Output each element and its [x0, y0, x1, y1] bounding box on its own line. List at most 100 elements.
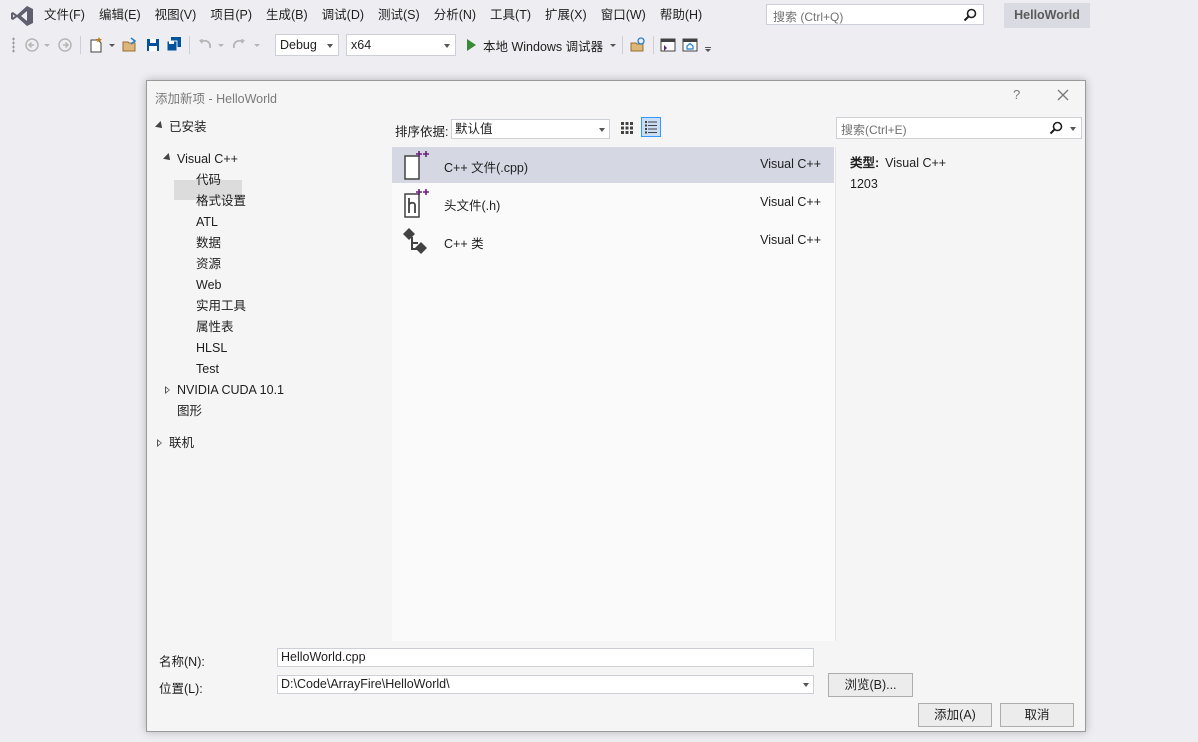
- open-folder-icon[interactable]: [122, 36, 138, 54]
- solution-explorer-icon[interactable]: [660, 36, 676, 54]
- sort-by-label: 排序依据:: [395, 125, 449, 139]
- standard-toolbar: Debug x64 本地 Windows 调试器: [0, 31, 1198, 59]
- tree-node-web[interactable]: Web: [196, 275, 221, 295]
- menu-view[interactable]: 视图(V): [148, 0, 204, 31]
- template-name: 头文件(.h): [444, 199, 501, 213]
- toolbar-separator: [653, 36, 654, 54]
- redo-icon[interactable]: [231, 36, 247, 54]
- tree-node-nvidia-cuda[interactable]: NVIDIA CUDA 10.1: [177, 380, 284, 400]
- location-value: D:\Code\ArrayFire\HelloWorld\: [281, 677, 450, 691]
- menu-extensions[interactable]: 扩展(X): [538, 0, 594, 31]
- solution-configuration-value: Debug: [280, 38, 317, 52]
- tree-node-utility[interactable]: 实用工具: [196, 296, 246, 316]
- template-list: C++ 文件(.cpp) Visual C++ 头文件(.h) Visual C…: [392, 147, 836, 641]
- solution-configuration-select[interactable]: Debug: [275, 34, 339, 56]
- menu-help[interactable]: 帮助(H): [653, 0, 709, 31]
- tree-node-formatting[interactable]: 格式设置: [196, 191, 246, 211]
- template-search-input[interactable]: 搜索(Ctrl+E): [836, 117, 1082, 139]
- tree-node-graphics[interactable]: 图形: [177, 401, 202, 421]
- name-input[interactable]: HelloWorld.cpp: [277, 648, 814, 667]
- tree-node-code[interactable]: 代码: [196, 170, 221, 190]
- solution-platform-select[interactable]: x64: [346, 34, 456, 56]
- small-icons-view-icon[interactable]: [617, 118, 637, 138]
- undo-icon[interactable]: [197, 36, 213, 54]
- item-details-form: 名称(N): HelloWorld.cpp 位置(L): D:\Code\Arr…: [147, 641, 1085, 731]
- cpp-class-icon: [403, 228, 427, 254]
- tree-node-property-sheets[interactable]: 属性表: [196, 317, 234, 337]
- tree-node-hlsl[interactable]: HLSL: [196, 338, 227, 358]
- expanded-arrow-icon[interactable]: [163, 153, 173, 163]
- search-icon: [1049, 121, 1063, 135]
- solution-platform-value: x64: [351, 38, 372, 52]
- template-item-header-file[interactable]: 头文件(.h) Visual C++: [392, 185, 834, 221]
- toolbar-overflow-icon[interactable]: [704, 36, 712, 54]
- location-label: 位置(L):: [159, 682, 203, 696]
- start-debugging-button[interactable]: 本地 Windows 调试器: [463, 34, 617, 56]
- close-icon[interactable]: [1054, 86, 1072, 104]
- template-type-info: 类型: Visual C++: [850, 152, 946, 171]
- chevron-down-icon[interactable]: [253, 36, 261, 54]
- help-button[interactable]: ?: [1013, 87, 1020, 102]
- sort-by-value: 默认值: [455, 122, 493, 136]
- cancel-button[interactable]: 取消: [1000, 703, 1074, 727]
- tree-node-visual-cpp[interactable]: Visual C++: [177, 149, 238, 169]
- toolbar-separator: [189, 36, 190, 54]
- template-type: Visual C++: [760, 233, 821, 247]
- add-button[interactable]: 添加(A): [918, 703, 992, 727]
- chevron-down-icon[interactable]: [1070, 127, 1076, 131]
- type-label: 类型:: [850, 156, 880, 170]
- new-project-icon[interactable]: [88, 36, 104, 54]
- quick-launch-search[interactable]: 搜索 (Ctrl+Q): [766, 4, 984, 25]
- type-value: Visual C++: [885, 156, 947, 170]
- chevron-down-icon[interactable]: [803, 683, 809, 687]
- chevron-down-icon[interactable]: [609, 40, 617, 50]
- menu-tools[interactable]: 工具(T): [483, 0, 538, 31]
- navigate-forward-icon[interactable]: [58, 36, 72, 54]
- template-type: Visual C++: [760, 195, 821, 209]
- home-window-icon[interactable]: [682, 36, 698, 54]
- template-item-cpp-class[interactable]: C++ 类 Visual C++: [392, 223, 834, 259]
- menu-debug[interactable]: 调试(D): [315, 0, 371, 31]
- collapsed-arrow-icon[interactable]: [157, 439, 162, 447]
- list-view-button[interactable]: [641, 117, 661, 137]
- template-item-cpp-file[interactable]: C++ 文件(.cpp) Visual C++: [392, 147, 834, 183]
- menu-project[interactable]: 项目(P): [203, 0, 259, 31]
- play-icon: [467, 39, 476, 51]
- quick-launch-placeholder: 搜索 (Ctrl+Q): [773, 10, 844, 24]
- dialog-title: 添加新项 - HelloWorld: [155, 92, 278, 106]
- menu-window[interactable]: 窗口(W): [594, 0, 653, 31]
- chevron-down-icon[interactable]: [217, 36, 225, 54]
- list-view-icon: [645, 121, 657, 134]
- title-bar: 文件(F) 编辑(E) 视图(V) 项目(P) 生成(B) 调试(D) 测试(S…: [0, 0, 1198, 31]
- toolbar-grip[interactable]: [12, 37, 15, 53]
- tree-node-test[interactable]: Test: [196, 359, 219, 379]
- location-select[interactable]: D:\Code\ArrayFire\HelloWorld\: [277, 675, 814, 694]
- visual-studio-logo-icon[interactable]: [10, 5, 34, 27]
- tree-node-data[interactable]: 数据: [196, 233, 221, 253]
- name-label: 名称(N):: [159, 655, 205, 669]
- menu-edit[interactable]: 编辑(E): [92, 0, 148, 31]
- template-name: C++ 文件(.cpp): [444, 161, 529, 175]
- find-in-files-icon[interactable]: [630, 36, 646, 54]
- tree-node-online[interactable]: 联机: [169, 433, 194, 453]
- chevron-down-icon[interactable]: [43, 36, 51, 54]
- menu-analyze[interactable]: 分析(N): [427, 0, 483, 31]
- chevron-down-icon[interactable]: [108, 36, 116, 54]
- tree-node-resources[interactable]: 资源: [196, 254, 221, 274]
- menu-build[interactable]: 生成(B): [259, 0, 315, 31]
- name-input-value: HelloWorld.cpp: [281, 650, 366, 664]
- menu-file[interactable]: 文件(F): [37, 0, 92, 31]
- template-category-tree: 已安装 Visual C++ 代码 格式设置 ATL 数据 资源 Web 实用工…: [147, 113, 391, 641]
- save-icon[interactable]: [145, 36, 161, 54]
- menu-test[interactable]: 测试(S): [371, 0, 427, 31]
- save-all-icon[interactable]: [166, 36, 182, 54]
- tree-node-atl[interactable]: ATL: [196, 212, 218, 232]
- template-name: C++ 类: [444, 237, 484, 251]
- tree-node-installed[interactable]: 已安装: [169, 117, 207, 137]
- collapsed-arrow-icon[interactable]: [165, 386, 170, 394]
- browse-button[interactable]: 浏览(B)...: [828, 673, 913, 697]
- solution-name-badge[interactable]: HelloWorld: [1004, 3, 1090, 28]
- expanded-arrow-icon[interactable]: [155, 121, 165, 131]
- sort-by-select[interactable]: 默认值: [451, 119, 610, 139]
- navigate-back-icon[interactable]: [25, 36, 39, 54]
